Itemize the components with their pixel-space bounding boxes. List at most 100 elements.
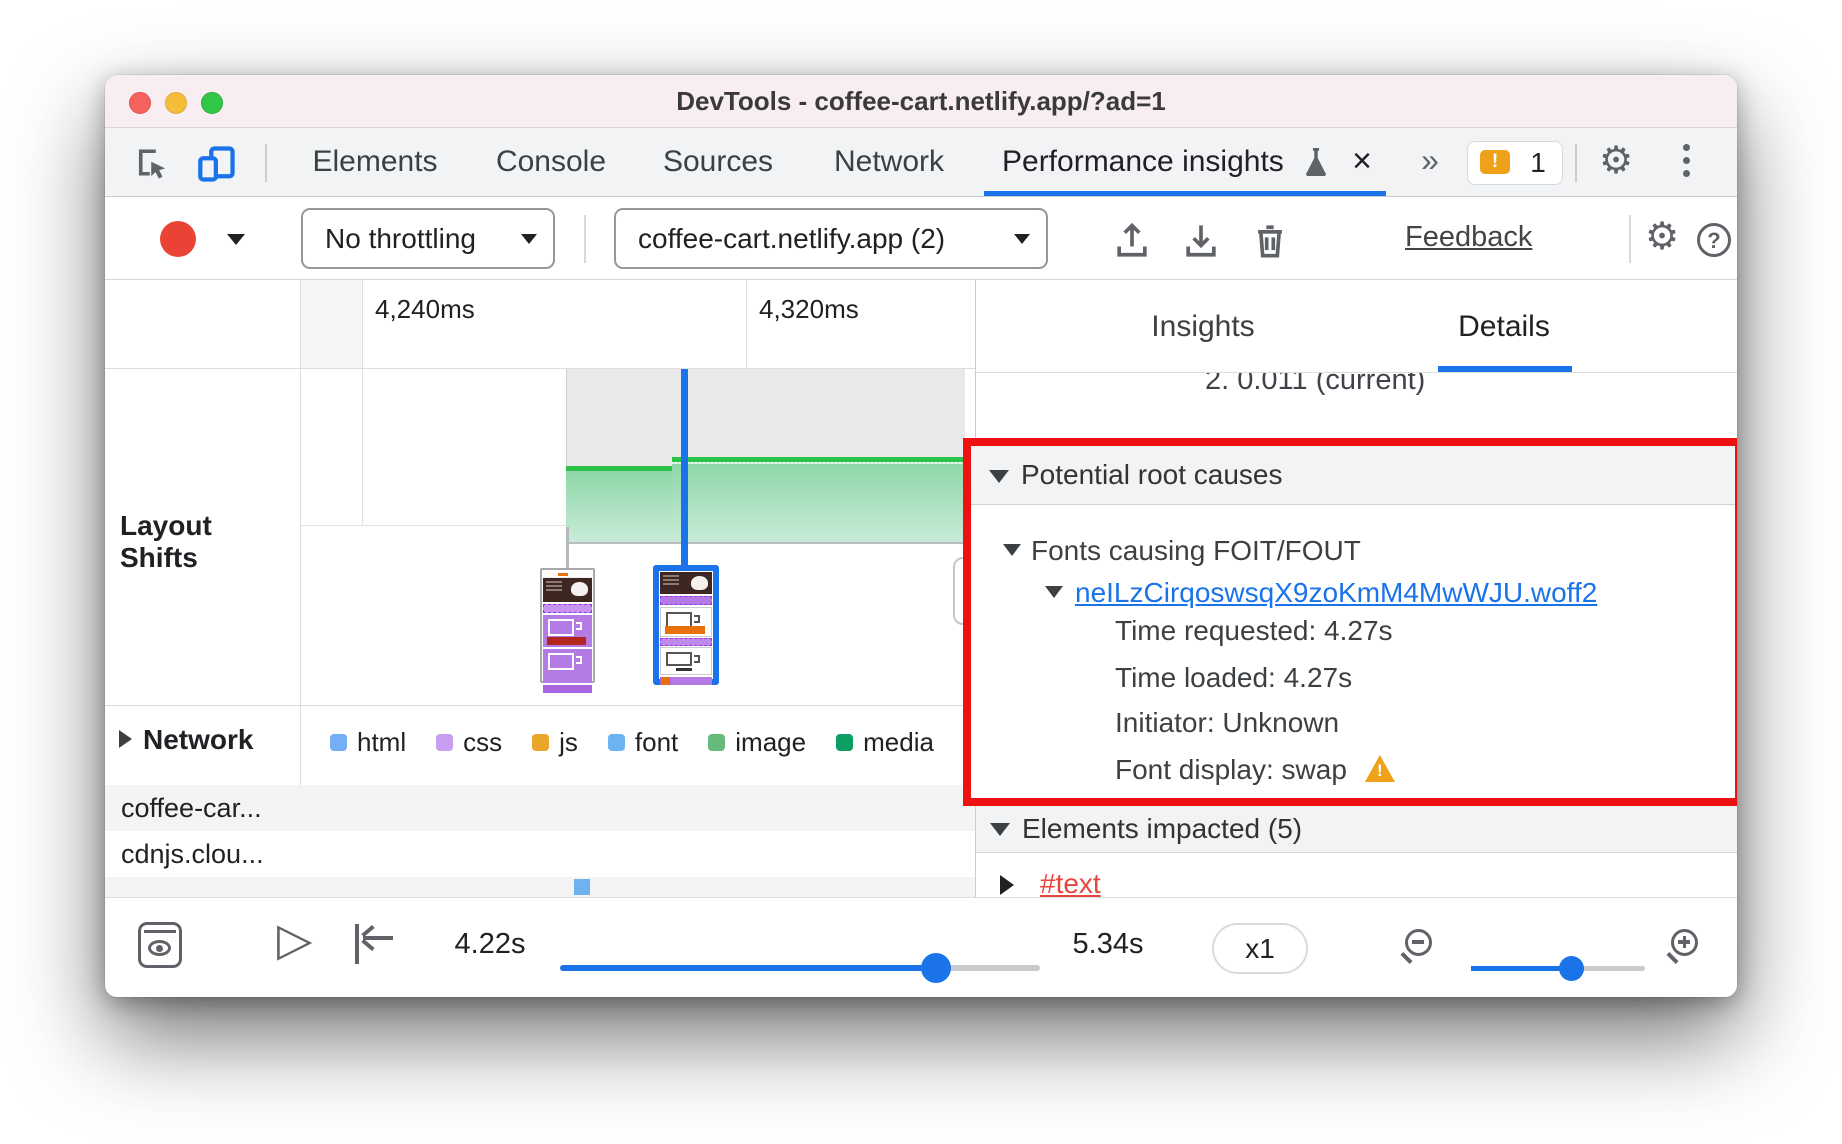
font-request-bar[interactable] xyxy=(574,879,590,895)
skip-to-start-icon[interactable] xyxy=(355,924,401,964)
toolbar-divider xyxy=(1629,215,1631,263)
legend-item: image xyxy=(708,727,806,758)
playback-speed-button[interactable]: x1 xyxy=(1212,923,1308,974)
devtools-tab-bar: Elements Console Sources Network Perform… xyxy=(105,128,1737,197)
inspect-element-icon[interactable] xyxy=(133,146,171,187)
root-causes-title: Potential root causes xyxy=(1021,446,1283,504)
zoom-slider[interactable] xyxy=(1471,966,1645,971)
toolbar-divider xyxy=(584,215,586,263)
scrolled-list-item-clipped: 2. 0.011 (current) xyxy=(1205,373,1605,398)
time-requested-row: Time requested: 4.27s xyxy=(1115,614,1393,648)
warning-triangle-icon[interactable]: ! xyxy=(1365,755,1395,782)
elements-impacted-section-header[interactable]: Elements impacted (5) xyxy=(976,806,1737,853)
tab-details[interactable]: Details xyxy=(1426,310,1582,344)
playback-toolbar: ▷ 4.22s 5.34s x1 xyxy=(105,897,1737,997)
current-time-label: 4.22s xyxy=(435,928,545,961)
tab-elements[interactable]: Elements xyxy=(310,128,440,196)
tab-insights[interactable]: Insights xyxy=(1125,310,1281,344)
zoom-slider-fill xyxy=(1471,966,1571,971)
delete-recording-icon[interactable] xyxy=(1248,219,1292,263)
toolbar-divider xyxy=(1575,144,1577,182)
legend-swatch-media xyxy=(836,734,853,751)
legend-item: js xyxy=(532,727,578,758)
legend-item: html xyxy=(330,727,406,758)
legend-swatch-image xyxy=(708,734,725,751)
shift-cluster-band[interactable] xyxy=(672,369,965,457)
feedback-link[interactable]: Feedback xyxy=(1405,221,1532,254)
close-tab-icon[interactable]: × xyxy=(1342,128,1382,196)
network-request-row[interactable]: coffee-car... xyxy=(105,785,975,831)
font-file-link[interactable]: neILzCirqoswsqX9zoKmM4MwWJU.woff2 xyxy=(1075,576,1597,610)
slider-thumb[interactable] xyxy=(921,953,951,983)
network-legend: html css js font image media xyxy=(330,727,934,758)
timeline-seek-slider[interactable] xyxy=(560,965,1040,971)
elements-impacted-title: Elements impacted (5) xyxy=(1022,806,1302,852)
issues-badge[interactable]: ! 1 xyxy=(1467,141,1563,185)
zoom-in-icon[interactable] xyxy=(1671,929,1698,956)
device-toolbar-icon[interactable] xyxy=(197,146,237,187)
collapse-triangle-icon[interactable] xyxy=(1045,586,1063,607)
shift-score-area xyxy=(672,462,965,542)
impacted-node-link[interactable]: #text xyxy=(1040,868,1101,900)
root-causes-section-header[interactable]: Potential root causes xyxy=(971,446,1735,505)
expand-triangle-icon[interactable] xyxy=(119,730,141,748)
throttling-select[interactable]: No throttling xyxy=(301,208,555,269)
experiment-beaker-icon xyxy=(1305,148,1327,176)
network-section-border xyxy=(105,705,975,706)
legend-swatch-css xyxy=(436,734,453,751)
tab-performance-insights[interactable]: Performance insights × xyxy=(984,128,1386,196)
main-content: 4,240ms 4,320ms Layout Shifts xyxy=(105,280,1737,897)
active-tab-underline xyxy=(984,191,1386,196)
collapse-triangle-icon[interactable] xyxy=(989,470,1009,493)
legend-item: media xyxy=(836,727,934,758)
ruler-tick-label: 4,320ms xyxy=(759,294,859,325)
network-request-row[interactable]: cdnjs.clou... xyxy=(105,831,975,877)
collapse-triangle-icon[interactable] xyxy=(1003,544,1021,565)
title-bar: DevTools - coffee-cart.netlify.app/?ad=1 xyxy=(105,75,1737,128)
issues-warning-icon: ! xyxy=(1480,150,1510,174)
chevron-down-icon xyxy=(1014,234,1030,252)
play-icon[interactable]: ▷ xyxy=(277,912,312,966)
performance-toolbar: No throttling coffee-cart.netlify.app (2… xyxy=(105,197,1737,280)
annotation-highlight-box: Potential root causes Fonts causing FOIT… xyxy=(963,438,1737,806)
customize-menu-icon[interactable] xyxy=(1683,144,1691,183)
expand-triangle-icon[interactable] xyxy=(1000,875,1024,895)
ruler-gutter xyxy=(301,280,362,368)
tab-sources[interactable]: Sources xyxy=(657,128,779,196)
devtools-window: DevTools - coffee-cart.netlify.app/?ad=1… xyxy=(105,75,1737,997)
initiator-row: Initiator: Unknown xyxy=(1115,706,1339,740)
time-gridline xyxy=(362,280,363,525)
import-recording-icon[interactable] xyxy=(1110,219,1154,263)
export-recording-icon[interactable] xyxy=(1179,219,1223,263)
recording-history-value: coffee-cart.netlify.app (2) xyxy=(638,210,945,267)
shift-score-area xyxy=(566,471,672,542)
slider-fill xyxy=(560,965,936,971)
layout-shift-screenshot[interactable] xyxy=(540,568,595,683)
zoom-out-icon[interactable] xyxy=(1405,929,1432,956)
window-title: DevTools - coffee-cart.netlify.app/?ad=1 xyxy=(105,75,1737,128)
layout-shifts-track-label: Layout Shifts xyxy=(120,510,212,574)
recording-history-select[interactable]: coffee-cart.netlify.app (2) xyxy=(614,208,1048,269)
record-options-caret-icon[interactable] xyxy=(227,234,245,254)
record-button[interactable] xyxy=(160,221,196,257)
selected-layout-shift-screenshot[interactable] xyxy=(653,565,719,685)
settings-gear-icon[interactable]: ⚙ xyxy=(1599,128,1633,196)
network-request-row[interactable] xyxy=(105,877,975,897)
shift-area-baseline xyxy=(566,542,965,544)
end-time-label: 5.34s xyxy=(1053,928,1163,961)
shift-marker-line xyxy=(566,527,569,568)
track-row-border xyxy=(300,525,566,526)
shift-cluster-band[interactable] xyxy=(566,369,672,466)
tab-console[interactable]: Console xyxy=(487,128,615,196)
help-icon[interactable]: ? xyxy=(1697,223,1731,257)
tab-network[interactable]: Network xyxy=(827,128,951,196)
zoom-slider-thumb[interactable] xyxy=(1559,956,1584,981)
panel-settings-gear-icon[interactable]: ⚙ xyxy=(1645,204,1679,272)
toolbar-divider xyxy=(265,144,267,182)
more-tabs-icon[interactable]: » xyxy=(1405,128,1451,196)
ruler-tick-label: 4,240ms xyxy=(375,294,475,325)
legend-swatch-font xyxy=(608,734,625,751)
collapse-triangle-icon[interactable] xyxy=(990,823,1010,846)
screenshot-preview-icon[interactable] xyxy=(138,922,182,968)
time-loaded-row: Time loaded: 4.27s xyxy=(1115,661,1352,695)
